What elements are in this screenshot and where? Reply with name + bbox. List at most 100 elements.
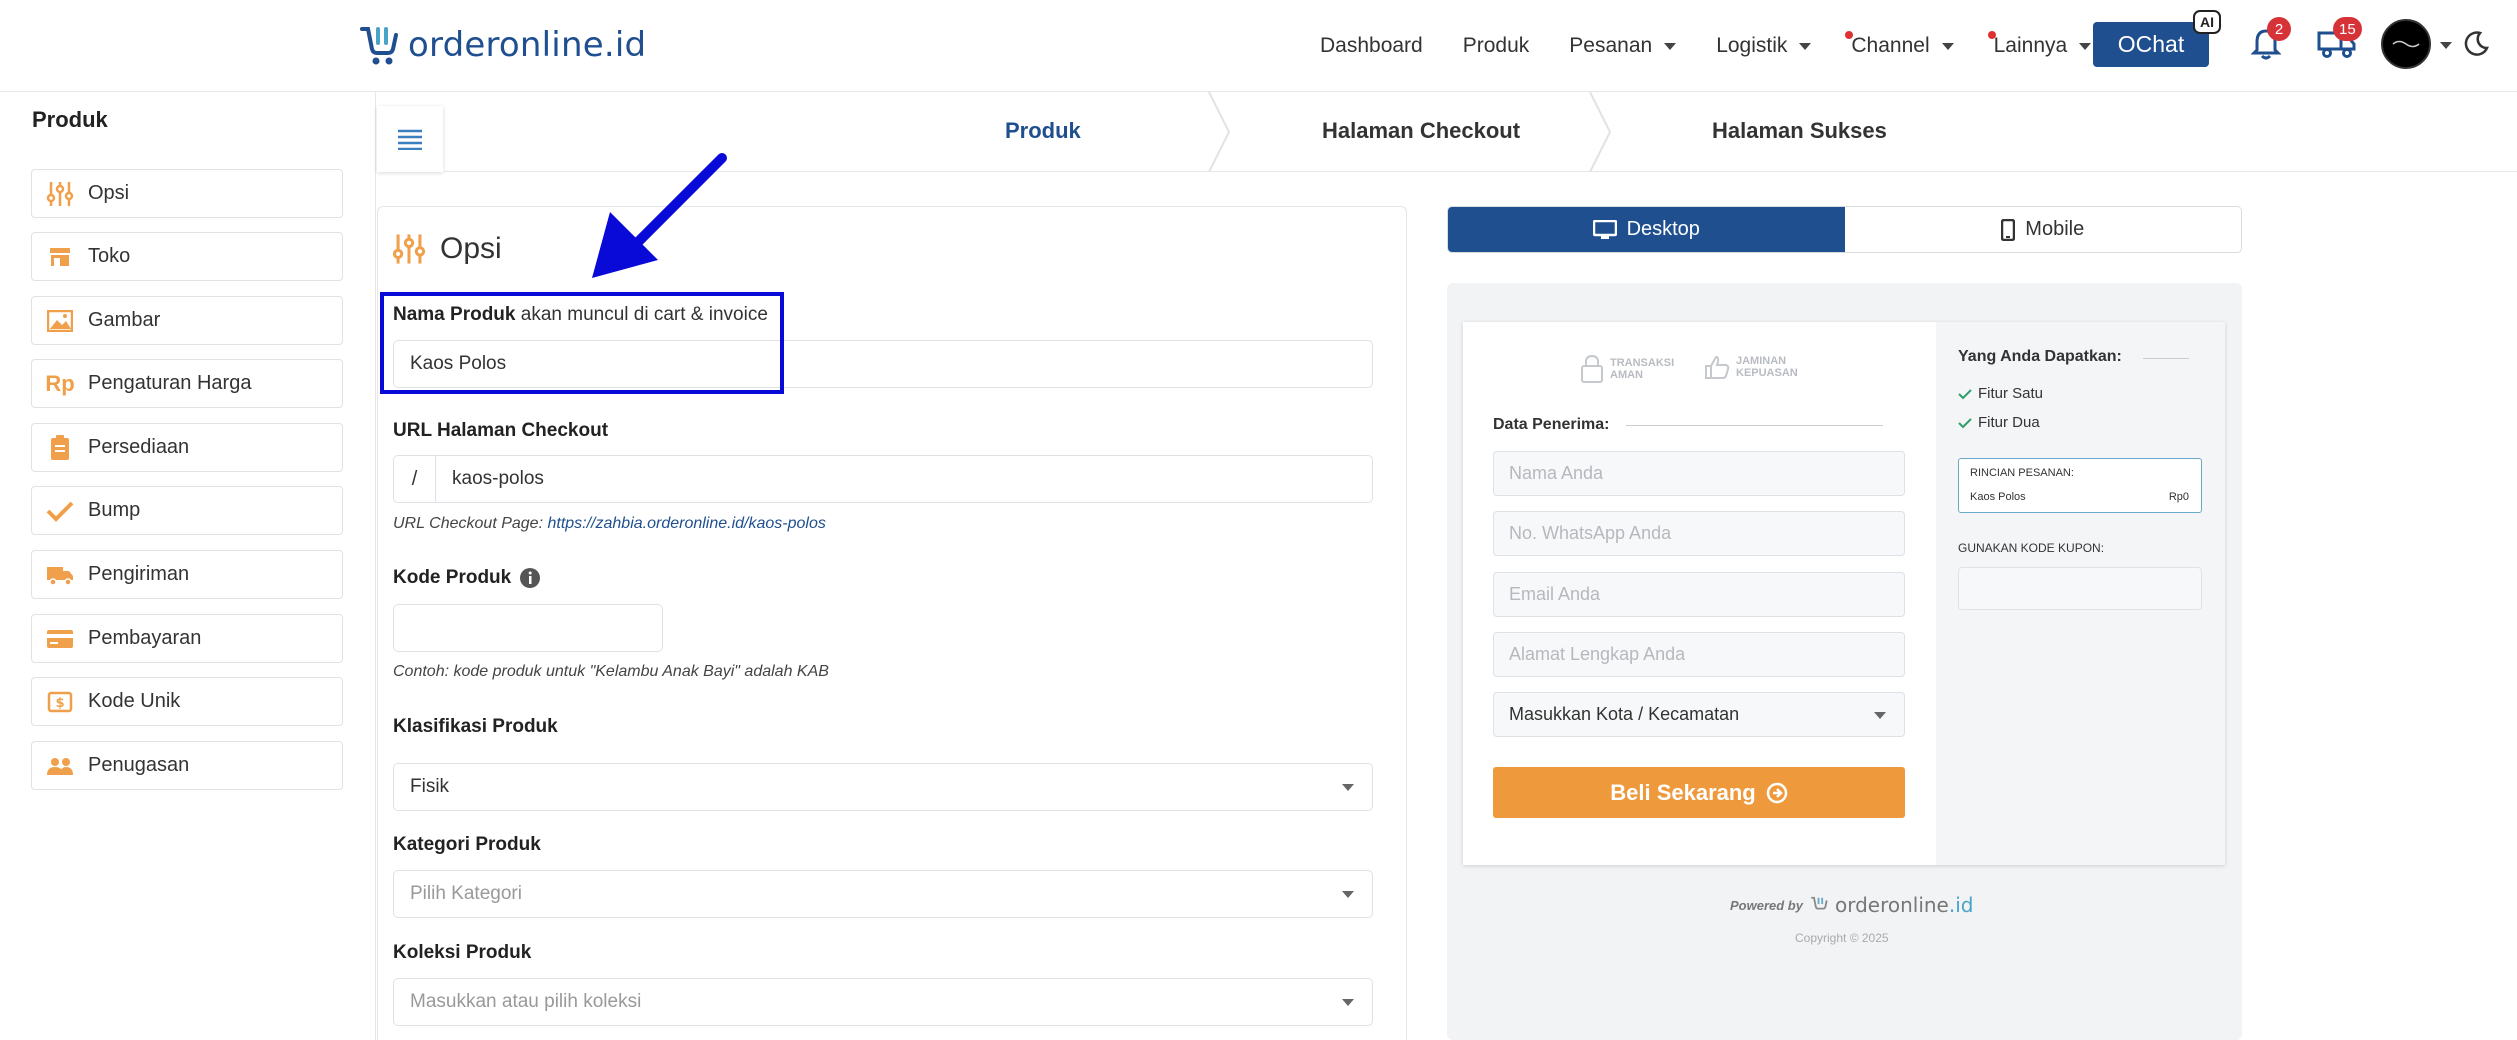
device-toggle: Desktop Mobile bbox=[1447, 206, 2242, 253]
menu-toggle-button[interactable] bbox=[377, 106, 443, 172]
nav-pesanan[interactable]: Pesanan bbox=[1569, 34, 1677, 58]
card-icon bbox=[46, 625, 74, 653]
buy-now-button[interactable]: Beli Sekarang bbox=[1493, 767, 1905, 818]
check-icon bbox=[46, 497, 74, 525]
chevron-down-icon bbox=[1799, 42, 1812, 50]
benefits-heading: Yang Anda Dapatkan: bbox=[1958, 348, 2122, 365]
preview-name-input[interactable]: Nama Anda bbox=[1493, 451, 1905, 496]
nav-produk[interactable]: Produk bbox=[1463, 34, 1530, 58]
section-title: Opsi bbox=[440, 232, 502, 265]
preview-email-input[interactable]: Email Anda bbox=[1493, 572, 1905, 617]
order-summary-title: RINCIAN PESANAN: bbox=[1970, 467, 2074, 479]
annotation-highlight-box bbox=[380, 292, 784, 394]
check-icon bbox=[1958, 417, 1972, 428]
brand-logo[interactable]: orderonline.id bbox=[358, 20, 646, 70]
store-icon bbox=[46, 243, 74, 271]
sidebar-item-label: Pengiriman bbox=[88, 563, 190, 585]
kode-produk-hint: Contoh: kode produk untuk "Kelambu Anak … bbox=[393, 663, 829, 680]
cart-logo-icon bbox=[1811, 896, 1828, 910]
sidebar-item-persediaan[interactable]: Persediaan bbox=[31, 423, 343, 472]
sidebar-item-kode-unik[interactable]: $ Kode Unik bbox=[31, 677, 343, 726]
brand-name: orderonline bbox=[408, 25, 604, 65]
sidebar-item-pembayaran[interactable]: Pembayaran bbox=[31, 614, 343, 663]
check-icon bbox=[1958, 388, 1972, 399]
avatar-logo-icon bbox=[2392, 40, 2420, 48]
step-produk[interactable]: Produk bbox=[1005, 118, 1081, 144]
sidebar-item-label: Kode Unik bbox=[88, 690, 181, 712]
coupon-label: GUNAKAN KODE KUPON: bbox=[1958, 541, 2105, 555]
svg-text:$: $ bbox=[55, 696, 64, 711]
trust-badge-secure: TRANSAKSI AMAN bbox=[1580, 354, 1674, 384]
preview-whatsapp-input[interactable]: No. WhatsApp Anda bbox=[1493, 511, 1905, 556]
chevron-down-icon bbox=[1342, 999, 1354, 1006]
step-separator-icon bbox=[1208, 92, 1231, 172]
sidebar-item-label: Penugasan bbox=[88, 754, 190, 776]
dark-mode-toggle[interactable] bbox=[2454, 22, 2498, 66]
url-checkout-hint: URL Checkout Page: https://zahbia.ordero… bbox=[393, 515, 826, 532]
url-checkout-input[interactable]: kaos-polos bbox=[436, 468, 544, 490]
sliders-icon bbox=[46, 180, 74, 208]
info-icon[interactable] bbox=[519, 567, 541, 589]
sidebar-item-label: Pengaturan Harga bbox=[88, 372, 252, 394]
notification-count-badge: 2 bbox=[2267, 17, 2291, 41]
chevron-down-icon bbox=[1874, 712, 1886, 719]
kategori-select[interactable]: Pilih Kategori bbox=[393, 870, 1373, 918]
mobile-toggle-button[interactable]: Mobile bbox=[1844, 207, 2241, 252]
feature-item: Fitur Satu bbox=[1958, 385, 2043, 402]
sidebar-item-toko[interactable]: Toko bbox=[31, 232, 343, 281]
delivery-count-badge: 15 bbox=[2333, 17, 2362, 41]
checkout-url-link[interactable]: https://zahbia.orderonline.id/kaos-polos bbox=[547, 515, 825, 532]
ochat-button[interactable]: OChat bbox=[2093, 22, 2209, 67]
sidebar-item-opsi[interactable]: Opsi bbox=[31, 169, 343, 218]
sidebar-item-pengiriman[interactable]: Pengiriman bbox=[31, 550, 343, 599]
checkout-stepper: Produk Halaman Checkout Halaman Sukses bbox=[444, 92, 2517, 172]
powered-by-brand: orderonline.id bbox=[1834, 893, 1974, 917]
koleksi-label: Koleksi Produk bbox=[393, 942, 532, 963]
truck-icon bbox=[46, 561, 74, 589]
url-checkout-label: URL Halaman Checkout bbox=[393, 420, 609, 441]
step-halaman-sukses[interactable]: Halaman Sukses bbox=[1712, 118, 1887, 144]
rp-icon: Rp bbox=[45, 370, 75, 396]
sidebar-title: Produk bbox=[32, 107, 108, 132]
klasifikasi-select[interactable]: Fisik bbox=[393, 763, 1373, 811]
preview-city-select[interactable]: Masukkan Kota / Kecamatan bbox=[1493, 692, 1905, 737]
sidebar-item-pengaturan-harga[interactable]: Rp Pengaturan Harga bbox=[31, 359, 343, 408]
kode-produk-label: Kode Produk bbox=[393, 567, 541, 589]
clipboard-icon bbox=[46, 434, 74, 462]
monitor-icon bbox=[1592, 219, 1617, 239]
nav-dashboard[interactable]: Dashboard bbox=[1320, 34, 1423, 58]
nav-lainnya[interactable]: Lainnya bbox=[1987, 31, 2092, 58]
heading-divider bbox=[2143, 358, 2189, 359]
nav-logistik[interactable]: Logistik bbox=[1716, 34, 1812, 58]
heading-divider bbox=[1626, 425, 1883, 426]
data-penerima-heading: Data Penerima: bbox=[1493, 416, 1610, 433]
dollar-icon: $ bbox=[46, 688, 74, 716]
koleksi-select[interactable]: Masukkan atau pilih koleksi bbox=[393, 978, 1373, 1026]
step-halaman-checkout[interactable]: Halaman Checkout bbox=[1322, 118, 1520, 144]
avatar[interactable] bbox=[2381, 19, 2431, 69]
kategori-placeholder: Pilih Kategori bbox=[410, 883, 522, 904]
powered-by: Powered by orderonline.id bbox=[1730, 893, 1973, 917]
sidebar-item-label: Pembayaran bbox=[88, 627, 202, 649]
sidebar-item-gambar[interactable]: Gambar bbox=[31, 296, 343, 345]
moon-icon bbox=[2464, 31, 2489, 56]
sidebar-item-penugasan[interactable]: Penugasan bbox=[31, 741, 343, 790]
people-icon bbox=[46, 752, 74, 780]
sidebar-item-label: Opsi bbox=[88, 182, 130, 204]
thumbs-up-icon bbox=[1705, 355, 1730, 379]
sidebar-item-bump[interactable]: Bump bbox=[31, 486, 343, 535]
desktop-toggle-button[interactable]: Desktop bbox=[1448, 207, 1845, 252]
nav-channel[interactable]: Channel bbox=[1845, 31, 1954, 58]
chevron-down-icon bbox=[2079, 42, 2092, 50]
notification-dot bbox=[1987, 31, 1996, 39]
section-header: Opsi bbox=[392, 232, 502, 266]
order-summary-box: RINCIAN PESANAN: Kaos Polos Rp0 bbox=[1958, 458, 2202, 513]
preview-address-input[interactable]: Alamat Lengkap Anda bbox=[1493, 632, 1905, 677]
coupon-input[interactable] bbox=[1958, 567, 2202, 610]
main-menu: Dashboard Produk Pesanan Logistik Channe… bbox=[1320, 26, 2131, 66]
feature-item: Fitur Dua bbox=[1958, 414, 2040, 431]
avatar-chevron-down-icon[interactable] bbox=[2440, 42, 2452, 49]
step-separator-icon bbox=[1589, 92, 1612, 172]
kode-produk-input[interactable] bbox=[393, 604, 663, 652]
sidebar-item-label: Gambar bbox=[88, 309, 161, 331]
